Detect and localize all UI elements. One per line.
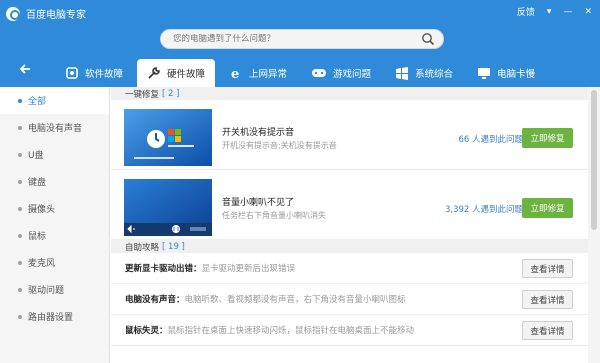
- tab-system[interactable]: 系统综合: [385, 59, 463, 87]
- sidebar-item-all[interactable]: 全部: [0, 87, 109, 114]
- affected-count-link[interactable]: 66 人遇到此问题: [458, 133, 523, 145]
- baidu-logo-icon: [6, 6, 20, 21]
- guide-title: 电脑没有声音：: [125, 295, 185, 305]
- bullet-icon: [18, 314, 22, 319]
- wrench-icon: [148, 67, 160, 79]
- tab-label: 游戏问题: [333, 69, 372, 80]
- bullet-icon: [18, 287, 22, 292]
- fix-description: 开机没有提示音;关机没有提示音: [222, 141, 337, 150]
- bullet-icon: [18, 206, 22, 211]
- app-logo: 百度电脑专家: [6, 6, 86, 21]
- section-title: 一键修复: [125, 89, 160, 100]
- tab-hardware-fault[interactable]: 硬件故障: [137, 59, 216, 87]
- category-tabs: 软件故障 硬件故障 e 上网异常 游戏问题 系统综合 电脑卡慢: [55, 59, 549, 87]
- sidebar-item-label: 电脑没有声音: [28, 124, 83, 134]
- windows-startup-thumbnail: [124, 109, 212, 166]
- guide-item[interactable]: 电脑没有声音： 电脑听歌、看视频都没有声音，右下角没有音量小喇叭图标 查看详情: [111, 284, 588, 315]
- sidebar-item-label: 鼠标: [28, 232, 47, 242]
- sidebar-item-router[interactable]: 路由器设置: [0, 303, 109, 330]
- tab-network-issue[interactable]: e 上网异常: [219, 59, 297, 87]
- windows-icon: [396, 67, 409, 80]
- sidebar-item-microphone[interactable]: 麦克风: [0, 249, 109, 276]
- sidebar-item-label: 驱动问题: [28, 286, 65, 296]
- main-content: 一键修复 [ 2 ] 开关机没有提示音 开机没有提示音;关机没有提示音 66 人…: [111, 87, 588, 363]
- affected-count-link[interactable]: 3,392 人遇到此问题: [445, 203, 523, 215]
- sidebar-item-label: 摄像头: [28, 205, 56, 215]
- quick-fix-item: 开关机没有提示音 开机没有提示音;关机没有提示音 66 人遇到此问题 立即修复: [111, 100, 588, 170]
- window-controls: 反馈 ▾ — ✕: [505, 5, 592, 19]
- fix-now-button[interactable]: 立即修复: [522, 128, 573, 148]
- fix-title: 开关机没有提示音: [222, 128, 295, 138]
- feedback-button[interactable]: 反馈: [517, 5, 535, 18]
- sidebar-item-camera[interactable]: 摄像头: [0, 195, 109, 222]
- quick-fix-header: 一键修复 [ 2 ]: [111, 87, 588, 100]
- fix-now-button[interactable]: 立即修复: [522, 198, 573, 218]
- view-details-button[interactable]: 查看详情: [522, 290, 573, 309]
- back-arrow-icon[interactable]: [18, 62, 32, 79]
- tab-label: 硬件故障: [167, 69, 206, 80]
- sidebar-item-label: 麦克风: [28, 259, 56, 269]
- gamepad-icon: [312, 69, 327, 77]
- tab-label: 上网异常: [249, 69, 288, 80]
- fix-title: 音量小喇叭不见了: [222, 198, 295, 208]
- self-help-header: 自助攻略 [ 19 ]: [111, 240, 588, 253]
- section-count: [ 2 ]: [162, 88, 180, 99]
- sidebar-item-mouse[interactable]: 鼠标: [0, 222, 109, 249]
- guide-item[interactable]: 更新显卡驱动出错： 显卡驱动更新后出现错误 查看详情: [111, 253, 588, 284]
- search-box: [160, 29, 444, 49]
- software-fault-icon: [66, 67, 78, 79]
- bullet-icon: [18, 125, 22, 130]
- minimize-button[interactable]: —: [563, 7, 572, 17]
- sidebar-item-keyboard[interactable]: 键盘: [0, 168, 109, 195]
- sidebar-item-no-sound[interactable]: 电脑没有声音: [0, 114, 109, 141]
- section-title: 自助攻略: [125, 242, 160, 253]
- sidebar-item-label: U盘: [28, 151, 44, 161]
- bullet-icon: [18, 98, 22, 103]
- volume-taskbar-thumbnail: [124, 179, 212, 236]
- tab-software-fault[interactable]: 软件故障: [55, 59, 133, 87]
- scrollbar-thumb[interactable]: [591, 90, 597, 230]
- section-count: [ 19 ]: [162, 241, 185, 252]
- search-input[interactable]: [173, 34, 413, 44]
- guide-title: 鼠标失灵：: [125, 326, 168, 336]
- guide-description: 电脑听歌、看视频都没有声音，右下角没有音量小喇叭图标: [184, 295, 406, 305]
- tab-label: 系统综合: [415, 69, 454, 80]
- sidebar-item-driver[interactable]: 驱动问题: [0, 276, 109, 303]
- view-details-button[interactable]: 查看详情: [522, 259, 573, 278]
- fix-description: 任务栏右下角音量小喇叭消失: [222, 211, 326, 220]
- svg-text:e: e: [231, 67, 239, 80]
- app-title: 百度电脑专家: [26, 10, 86, 21]
- title-bar: 百度电脑专家 反馈 ▾ — ✕ 软件故障 硬件故障 e 上网异常 游戏问题: [0, 0, 600, 87]
- sidebar-item-label: 路由器设置: [28, 313, 74, 323]
- menu-dropdown-icon[interactable]: ▾: [547, 7, 552, 17]
- sidebar-item-label: 全部: [28, 97, 47, 107]
- search-icon[interactable]: [421, 32, 435, 46]
- sidebar-item-usb[interactable]: U盘: [0, 141, 109, 168]
- bullet-icon: [18, 260, 22, 265]
- guide-description: 显卡驱动更新后出现错误: [201, 264, 296, 274]
- sidebar-item-label: 键盘: [28, 178, 47, 188]
- tab-label: 软件故障: [85, 69, 124, 80]
- tab-label: 电脑卡慢: [497, 69, 536, 80]
- quick-fix-item: 音量小喇叭不见了 任务栏右下角音量小喇叭消失 3,392 人遇到此问题 立即修复: [111, 170, 588, 240]
- bullet-icon: [18, 179, 22, 184]
- monitor-icon: [478, 68, 491, 79]
- bullet-icon: [18, 152, 22, 157]
- close-button[interactable]: ✕: [584, 7, 592, 17]
- sidebar: 全部 电脑没有声音 U盘 键盘 摄像头 鼠标 麦克风 驱动问题 路由器设置: [0, 87, 110, 363]
- view-details-button[interactable]: 查看详情: [522, 321, 573, 340]
- guide-description: 鼠标指针在桌面上快速移动闪烁，鼠标指针在电脑桌面上不能移动: [167, 326, 415, 336]
- bullet-icon: [18, 233, 22, 238]
- guide-item[interactable]: 鼠标失灵： 鼠标指针在桌面上快速移动闪烁，鼠标指针在电脑桌面上不能移动 查看详情: [111, 315, 588, 346]
- tab-slow-pc[interactable]: 电脑卡慢: [467, 59, 545, 87]
- guide-title: 更新显卡驱动出错：: [125, 264, 202, 274]
- tab-game-issue[interactable]: 游戏问题: [301, 59, 381, 87]
- ie-icon: e: [231, 67, 239, 80]
